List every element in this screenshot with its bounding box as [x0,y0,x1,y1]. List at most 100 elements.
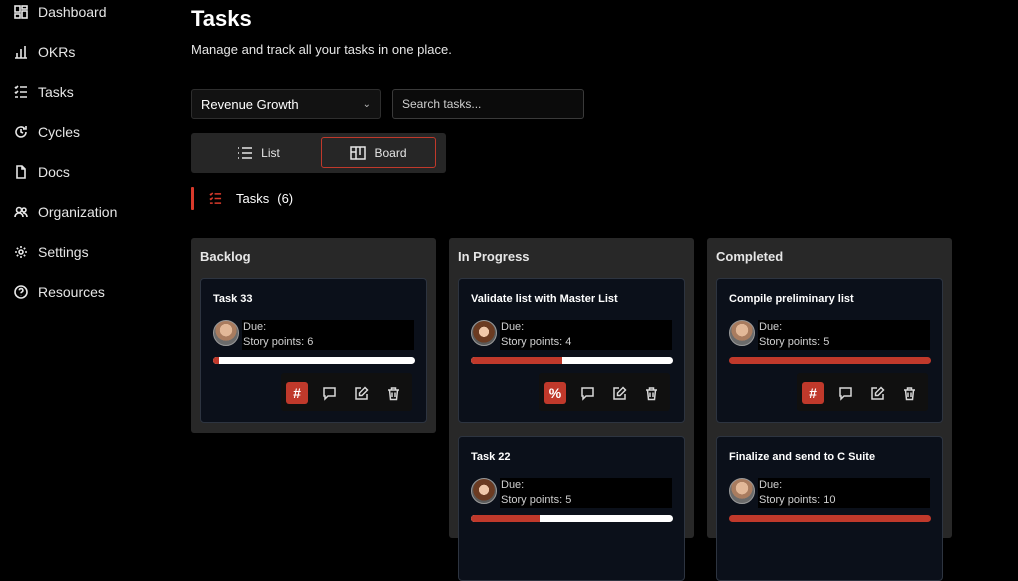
avatar [471,320,497,346]
dashboard-icon [14,5,28,19]
due-label: Due: [243,321,267,333]
comment-button[interactable] [576,382,598,404]
edit-icon [612,385,627,400]
task-title: Compile preliminary list [729,293,854,305]
task-info: Due: Story points: 5 [500,478,672,508]
column-completed: Completed Compile preliminary list Due: … [707,238,952,581]
task-card[interactable]: Validate list with Master List Due: Stor… [458,278,685,423]
column-title: Backlog [200,249,251,264]
list-view-button[interactable]: List [201,137,316,168]
tasks-icon [209,192,222,210]
column-title: Completed [716,249,784,264]
tasks-icon [14,85,27,98]
sidebar-item-label: Cycles [38,124,81,140]
objective-select-value: Revenue Growth [201,96,299,112]
hash-tag-button[interactable]: # [286,382,308,404]
edit-button[interactable] [608,382,630,404]
hash-tag-button[interactable]: # [802,382,824,404]
delete-button[interactable] [898,382,920,404]
search-input[interactable] [392,89,584,119]
task-info: Due: Story points: 5 [758,320,930,350]
avatar [471,478,497,504]
edit-button[interactable] [350,382,372,404]
sidebar-item-tasks[interactable]: Tasks [14,82,74,102]
due-label: Due: [501,321,525,333]
card-actions: # [281,373,412,411]
card-actions: # [797,373,928,411]
objective-select[interactable]: Revenue Growth ⌄ [191,89,381,119]
due-label: Due: [759,479,783,491]
task-title: Task 22 [471,451,511,463]
comment-button[interactable] [834,382,856,404]
task-card[interactable]: Task 22 Due: Story points: 5 [458,436,685,581]
progress-fill [471,515,540,522]
column-title: In Progress [458,249,530,264]
story-points: Story points: 5 [759,336,830,348]
view-toggle: List Board [191,133,446,173]
task-card[interactable]: Finalize and send to C Suite Due: Story … [716,436,943,581]
task-title: Finalize and send to C Suite [729,451,876,463]
sidebar-item-label: OKRs [38,44,76,60]
task-card[interactable]: Task 33 Due: Story points: 6 # [200,278,427,423]
story-points: Story points: 6 [243,336,314,348]
board-icon [350,145,367,160]
edit-button[interactable] [866,382,888,404]
story-points: Story points: 4 [501,336,572,348]
sidebar-item-label: Resources [38,284,105,300]
delete-button[interactable] [640,382,662,404]
task-info: Due: Story points: 10 [758,478,930,508]
progress-fill [471,357,562,364]
trash-icon [645,386,657,400]
sidebar-item-cycles[interactable]: Cycles [14,122,80,142]
progress-bar [729,357,931,364]
trash-icon [387,386,399,400]
document-icon [16,165,26,179]
sidebar: Dashboard OKRs Tasks Cycles Docs Organiz… [0,0,180,528]
column-in-progress: In Progress Validate list with Master Li… [449,238,694,581]
task-info: Due: Story points: 6 [242,320,414,350]
chart-icon [15,46,27,59]
list-view-label: List [261,145,280,160]
task-card[interactable]: Compile preliminary list Due: Story poin… [716,278,943,423]
section-title: Tasks [236,191,270,206]
sidebar-item-settings[interactable]: Settings [14,242,89,262]
sidebar-item-docs[interactable]: Docs [14,162,70,182]
edit-icon [870,385,885,400]
comment-icon [580,386,594,401]
story-points: Story points: 5 [501,494,572,506]
due-label: Due: [501,479,525,491]
sidebar-item-dashboard[interactable]: Dashboard [14,2,107,22]
comment-button[interactable] [318,382,340,404]
page-subtitle: Manage and track all your tasks in one p… [191,42,452,57]
progress-fill [213,357,220,364]
sidebar-item-label: Docs [38,164,70,180]
progress-fill [729,357,931,364]
card-actions: % [539,373,670,411]
task-title: Task 33 [213,293,253,305]
cycles-icon [15,126,27,138]
sidebar-item-okrs[interactable]: OKRs [14,42,75,62]
task-info: Due: Story points: 4 [500,320,672,350]
task-title: Validate list with Master List [471,293,618,305]
sidebar-item-resources[interactable]: Resources [14,282,105,302]
sidebar-item-label: Settings [38,244,89,260]
board-view-button[interactable]: Board [321,137,436,168]
percent-tag-button[interactable]: % [544,382,566,404]
sidebar-item-label: Organization [38,204,118,220]
progress-bar [729,515,931,522]
sidebar-item-label: Dashboard [38,4,107,20]
sidebar-item-organization[interactable]: Organization [14,202,117,222]
list-icon [238,146,253,159]
avatar [729,478,755,504]
comment-icon [322,386,336,401]
edit-icon [354,385,369,400]
accent-bar [191,187,194,210]
progress-bar [471,357,673,364]
gear-icon [15,246,27,258]
story-points: Story points: 10 [759,494,836,506]
progress-bar [213,357,415,364]
delete-button[interactable] [382,382,404,404]
sidebar-item-label: Tasks [38,84,74,100]
tasks-section-label: Tasks (6) [236,191,301,206]
avatar [213,320,239,346]
